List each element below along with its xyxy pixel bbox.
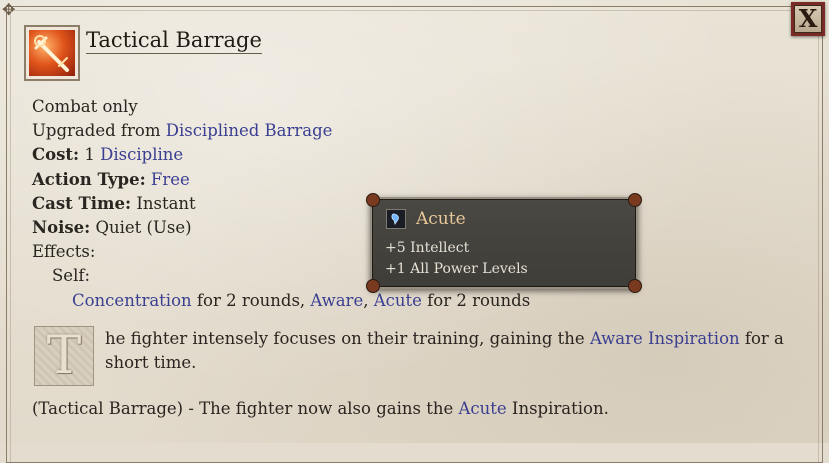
tooltip-stat-power-levels: +1 All Power Levels xyxy=(385,261,528,277)
ability-panel: ✥ X Tactical Barrage Combat only Upgrade… xyxy=(0,0,829,463)
combat-only-text: Combat only xyxy=(32,97,138,116)
drop-cap: T xyxy=(34,326,94,386)
effect-separator: , xyxy=(363,290,374,310)
tooltip-corner-icon xyxy=(366,193,380,207)
acute-link[interactable]: Acute xyxy=(374,291,422,310)
aware-link[interactable]: Aware xyxy=(310,291,363,310)
concentration-link[interactable]: Concentration xyxy=(72,291,192,310)
action-type-row: Action Type: Free xyxy=(32,168,530,192)
cost-label: Cost: xyxy=(32,145,80,165)
drop-cap-letter: T xyxy=(46,326,82,386)
action-type-label: Action Type: xyxy=(32,169,146,189)
acute-inspiration-link[interactable]: Acute xyxy=(459,399,507,418)
cost-resource-link[interactable]: Discipline xyxy=(100,145,183,164)
upgraded-from-row: Upgraded from Disciplined Barrage xyxy=(32,119,530,143)
corner-ornament-icon: ✥ xyxy=(2,0,16,19)
noise-label: Noise: xyxy=(32,218,91,238)
description-text: he fighter intensely focuses on their tr… xyxy=(105,329,590,348)
close-icon: X xyxy=(798,4,818,33)
effects-list: Concentration for 2 rounds, Aware, Acute… xyxy=(32,289,530,313)
upgraded-from-label: Upgraded from xyxy=(32,121,166,141)
upgraded-from-link[interactable]: Disciplined Barrage xyxy=(166,121,333,140)
cast-time-label: Cast Time: xyxy=(32,193,132,213)
cost-value: 1 xyxy=(84,145,95,165)
cost-row: Cost: 1 Discipline xyxy=(32,143,530,167)
tactical-barrage-icon xyxy=(29,30,75,76)
aware-inspiration-link[interactable]: Aware Inspiration xyxy=(590,329,740,348)
acute-duration: for 2 rounds xyxy=(421,290,531,310)
upgrade-text-end: Inspiration. xyxy=(506,399,609,418)
upgrade-text: (Tactical Barrage) - The fighter now als… xyxy=(32,399,459,418)
ability-description: he fighter intensely focuses on their tr… xyxy=(105,327,785,375)
cast-time-value: Instant xyxy=(136,193,196,213)
acute-tooltip: Acute +5 Intellect +1 All Power Levels xyxy=(366,193,642,293)
ability-title: Tactical Barrage xyxy=(86,28,262,54)
tooltip-title: Acute xyxy=(416,209,466,229)
action-type-link[interactable]: Free xyxy=(151,170,190,189)
noise-value: Quiet (Use) xyxy=(95,218,192,238)
tooltip-corner-icon xyxy=(628,193,642,207)
ability-icon-frame xyxy=(24,25,80,81)
close-button[interactable]: X xyxy=(791,2,825,36)
tooltip-corner-icon xyxy=(628,279,642,293)
upgrade-description: (Tactical Barrage) - The fighter now als… xyxy=(32,399,609,418)
tooltip-corner-icon xyxy=(366,279,380,293)
acute-inspiration-icon xyxy=(386,209,406,229)
tooltip-stat-intellect: +5 Intellect xyxy=(385,240,470,256)
concentration-duration: for 2 rounds, xyxy=(191,290,311,310)
